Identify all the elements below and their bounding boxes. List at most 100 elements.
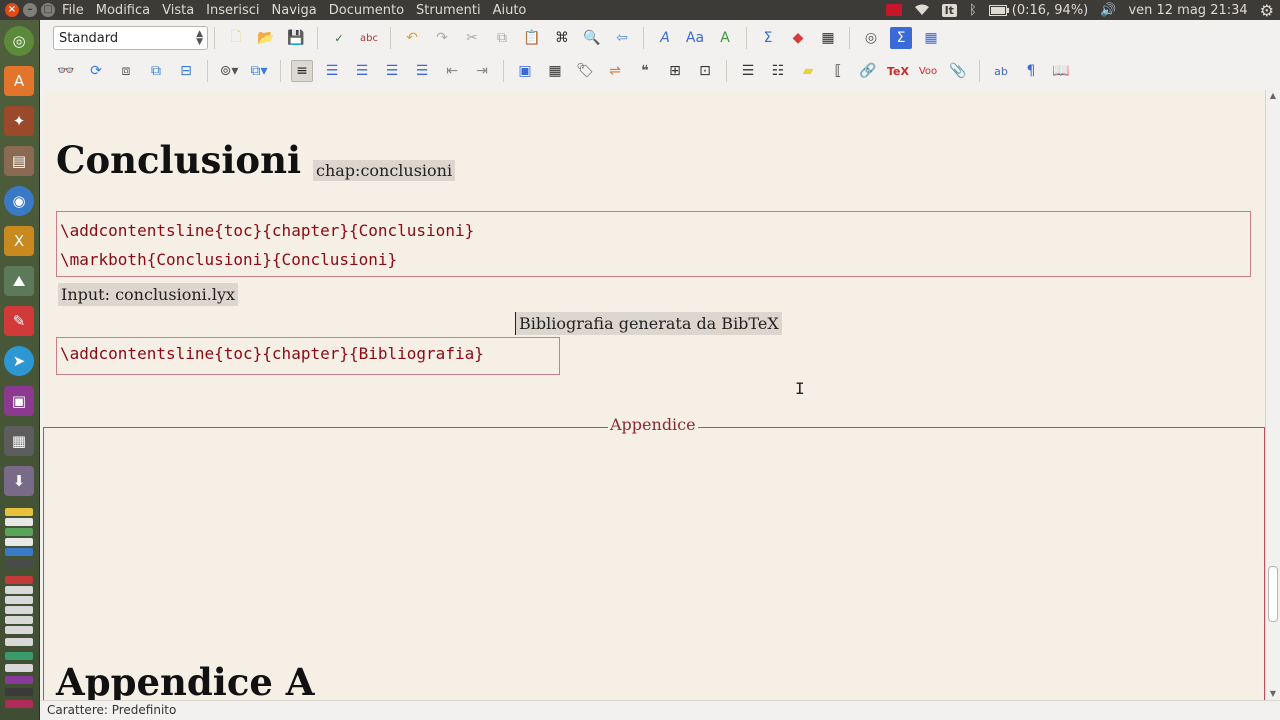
justify-icon[interactable]: ≡ (291, 60, 313, 82)
settings-gear-icon[interactable]: ⚙ (1260, 1, 1274, 20)
bluetooth-icon[interactable]: ᛒ (969, 3, 977, 18)
installer-icon[interactable]: ⬇ (4, 466, 34, 496)
launcher-stack-item[interactable] (5, 626, 33, 634)
insert-tex-code-icon[interactable]: TeX (887, 60, 909, 82)
media-player-icon[interactable]: ▣ (4, 386, 34, 416)
menu-modifica[interactable]: Modifica (90, 3, 156, 18)
system-settings-icon[interactable]: ✦ (4, 106, 34, 136)
insert-table-float-icon[interactable]: ▦ (544, 60, 566, 82)
new-document-icon[interactable]: 🗋 (225, 27, 247, 49)
insert-index-icon[interactable]: ⊞ (664, 60, 686, 82)
insert-cross-reference-icon[interactable]: ⇌ (604, 60, 626, 82)
menu-documento[interactable]: Documento (323, 3, 410, 18)
disk-utility-icon[interactable]: ⛰ (4, 266, 34, 296)
chromium-icon[interactable]: ◉ (4, 186, 34, 216)
chapter-label-inset[interactable]: chap:conclusioni (313, 160, 456, 181)
screen-recorder-icon[interactable] (885, 4, 902, 16)
files-icon[interactable]: ▤ (4, 146, 34, 176)
insert-note-icon[interactable]: ▰ (797, 60, 819, 82)
insert-label-icon[interactable]: 🏷 (574, 60, 596, 82)
description-list-icon[interactable]: ☰ (381, 60, 403, 82)
insert-nomenclature-icon[interactable]: ⊡ (694, 60, 716, 82)
spellcheck-continuous-icon[interactable]: abc (358, 27, 380, 49)
view-master-icon[interactable]: ⧈ (115, 60, 137, 82)
scrollbar-thumb[interactable] (1268, 566, 1278, 622)
appendix-label[interactable]: Appendice (608, 415, 698, 434)
menu-vista[interactable]: Vista (156, 3, 200, 18)
lyx-icon[interactable]: X (4, 226, 34, 256)
insert-margin-note-icon[interactable]: ☷ (767, 60, 789, 82)
launcher-stack-item[interactable] (5, 616, 33, 624)
view-icon[interactable]: 👓 (55, 60, 77, 82)
decrease-depth-icon[interactable]: ⇤ (441, 60, 463, 82)
itemize-list-icon[interactable]: ☰ (351, 60, 373, 82)
launcher-stack-item[interactable] (5, 664, 33, 672)
launcher-stack-item[interactable] (5, 688, 33, 696)
tex-code-inset[interactable]: \addcontentsline{toc}{chapter}{Bibliogra… (56, 337, 560, 375)
insert-box-icon[interactable]: ⟦ (827, 60, 849, 82)
noun-icon[interactable]: A (714, 27, 736, 49)
table-panel-icon[interactable]: ▦ (920, 27, 942, 49)
launcher-stack-item[interactable] (5, 676, 33, 684)
clock[interactable]: ven 12 mag 21:34 (1128, 3, 1247, 18)
launcher-stack-item[interactable] (5, 528, 33, 536)
scroll-down-icon[interactable]: ▼ (1266, 688, 1280, 700)
math-icon[interactable]: Σ (757, 27, 779, 49)
update-format-dropdown-icon[interactable]: ⧉▾ (248, 60, 270, 82)
launcher-stack-item[interactable] (5, 700, 33, 708)
input-inset[interactable]: Input: conclusioni.lyx (58, 283, 239, 306)
battery-indicator[interactable]: (0:16, 94%) (988, 3, 1088, 18)
menu-file[interactable]: File (56, 3, 90, 18)
launcher-stack-item[interactable] (5, 560, 33, 568)
insert-footnote-icon[interactable]: ☰ (737, 60, 759, 82)
paragraph-style-select[interactable]: Standard ▲ ▼ (53, 26, 208, 50)
launcher-stack-item[interactable] (5, 652, 33, 660)
navigate-icon[interactable]: ◎ (860, 27, 882, 49)
update-master-icon[interactable]: ⧉ (145, 60, 167, 82)
toggle-source-icon[interactable]: 📖 (1050, 60, 1072, 82)
copy-icon[interactable]: ⧉ (491, 27, 513, 49)
keyboard-layout-indicator[interactable]: It (941, 3, 957, 17)
math-panel-icon[interactable]: Σ (890, 27, 912, 49)
toggle-outline-icon[interactable]: ab (990, 60, 1012, 82)
insert-attachment-icon[interactable]: 📎 (947, 60, 969, 82)
launcher-stack-item[interactable] (5, 576, 33, 584)
dash-icon[interactable]: ◎ (4, 26, 34, 56)
close-window-button[interactable]: × (5, 3, 19, 17)
launcher-stack-item[interactable] (5, 606, 33, 614)
tex-code-inset[interactable]: \addcontentsline{toc}{chapter}{Conclusio… (56, 211, 1251, 277)
telegram-icon[interactable]: ➤ (4, 346, 34, 376)
menu-strumenti[interactable]: Strumenti (410, 3, 487, 18)
cut-icon[interactable]: ✂ (461, 27, 483, 49)
view-format-dropdown-icon[interactable]: ⊚▾ (218, 60, 240, 82)
insert-figure-float-icon[interactable]: ▣ (514, 60, 536, 82)
insert-verbatim-icon[interactable]: Voo (917, 60, 939, 82)
menu-aiuto[interactable]: Aiuto (487, 3, 533, 18)
vertical-scrollbar[interactable]: ▲ ▼ (1265, 90, 1280, 700)
launcher-stack-item[interactable] (5, 548, 33, 556)
numbered-list-icon[interactable]: ☰ (321, 60, 343, 82)
insert-graphics-icon[interactable]: ◆ (787, 27, 809, 49)
find-icon[interactable]: 🔍 (581, 27, 603, 49)
insert-hyperlink-icon[interactable]: 🔗 (857, 60, 879, 82)
insert-citation-icon[interactable]: ❝ (634, 60, 656, 82)
enumerate-list-icon[interactable]: ☰ (411, 60, 433, 82)
document-area[interactable]: Conclusioni chap:conclusioni \addcontent… (43, 90, 1265, 700)
launcher-stack-item[interactable] (5, 518, 33, 526)
scroll-up-icon[interactable]: ▲ (1266, 90, 1280, 102)
menu-inserisci[interactable]: Inserisci (200, 3, 265, 18)
launcher-stack-item[interactable] (5, 538, 33, 546)
update-icon[interactable]: ⟳ (85, 60, 107, 82)
back-icon[interactable]: ⇦ (611, 27, 633, 49)
calculator-icon[interactable]: ▦ (4, 426, 34, 456)
find-replace-icon[interactable]: ⌘ (551, 27, 573, 49)
minimize-window-button[interactable]: – (23, 3, 37, 17)
maximize-window-button[interactable]: □ (41, 3, 55, 17)
evince-icon[interactable]: ✎ (4, 306, 34, 336)
wifi-icon[interactable] (914, 4, 930, 16)
launcher-stack-item[interactable] (5, 596, 33, 604)
paste-icon[interactable]: 📋 (521, 27, 543, 49)
open-folder-icon[interactable]: 📂 (255, 27, 277, 49)
launcher-stack-item[interactable] (5, 508, 33, 516)
insert-table-icon[interactable]: ▦ (817, 27, 839, 49)
